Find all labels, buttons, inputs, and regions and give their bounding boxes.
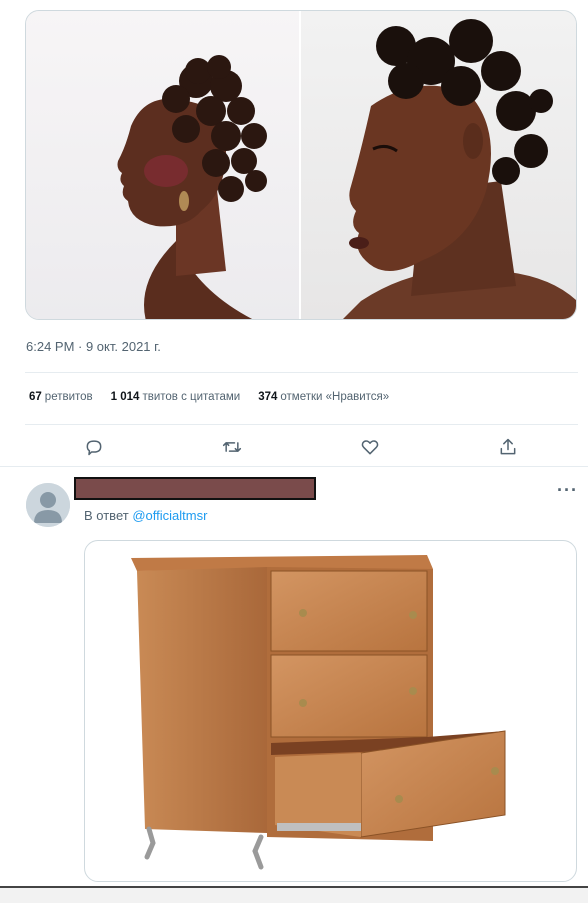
retweet-button[interactable] (220, 435, 244, 459)
heart-icon (361, 440, 379, 455)
divider (25, 424, 578, 425)
share-button[interactable] (496, 435, 520, 459)
reply-to-prefix: В ответ (84, 508, 129, 523)
tweet-stats: 67 ретвитов 1 014 твитов с цитатами 374 отм… (29, 391, 389, 403)
woman-profile-illustration (117, 55, 267, 319)
quotes-label: твитов с цитатами (142, 391, 241, 403)
reply-to-line: В ответ @officialtmsr (84, 508, 207, 523)
likes-count: 374 (258, 391, 278, 403)
tweet-photo-grid (25, 10, 577, 320)
share-icon (500, 438, 516, 455)
comment-icon (86, 440, 102, 456)
likes-stat[interactable]: 374 отметки «Нравится» (258, 391, 389, 403)
retweets-count: 67 (29, 391, 42, 403)
retweet-icon (222, 442, 242, 452)
tweet-action-bar (25, 428, 565, 466)
tweet-timestamp[interactable]: 6:24 PM · 9 окт. 2021 г. (26, 339, 161, 354)
divider (25, 372, 578, 373)
window-bottom-edge (0, 886, 588, 903)
avatar[interactable] (26, 483, 70, 527)
dresser-illustration (131, 555, 506, 870)
tweet-photo-left[interactable] (26, 11, 301, 319)
section-divider (0, 466, 588, 467)
like-button[interactable] (358, 435, 382, 459)
woman-portrait-illustration (343, 19, 576, 319)
reply-tweet: ··· В ответ @officialtmsr (0, 470, 588, 890)
tweet-photo-right[interactable] (301, 11, 576, 319)
reply-button[interactable] (82, 435, 106, 459)
redacted-username (74, 477, 316, 500)
more-options-icon[interactable]: ··· (557, 480, 578, 501)
likes-label: отметки «Нравится» (280, 391, 390, 403)
retweets-stat[interactable]: 67 ретвитов (29, 391, 93, 403)
retweets-label: ретвитов (44, 391, 93, 403)
mention-link[interactable]: @officialtmsr (132, 508, 207, 523)
quotes-stat[interactable]: 1 014 твитов с цитатами (111, 391, 241, 403)
reply-image[interactable] (84, 540, 577, 882)
quotes-count: 1 014 (110, 391, 140, 403)
default-avatar-icon (26, 483, 70, 527)
